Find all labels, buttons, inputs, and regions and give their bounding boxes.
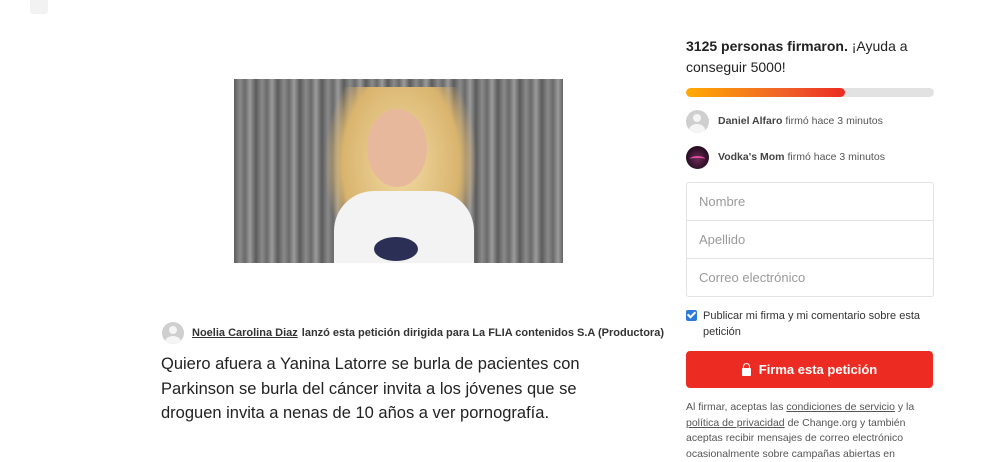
petition-body-text: Quiero afuera a Yanina Latorre se burla … <box>161 355 580 422</box>
name-field <box>687 183 933 221</box>
user-avatar-icon <box>686 109 709 133</box>
publish-option: Publicar mi firma y mi comentario sobre … <box>686 308 934 340</box>
lastname-field <box>687 221 933 259</box>
photo-shirt-print <box>374 237 418 261</box>
photo-face <box>367 109 427 187</box>
petition-creator: Noelia Carolina Diaz lanzó esta petición… <box>162 322 664 344</box>
signature-count: 3125 personas firmaron. <box>686 38 848 54</box>
sign-button-label: Firma esta petición <box>758 362 878 377</box>
disclaimer-text: y la <box>894 401 915 413</box>
email-field <box>687 259 933 296</box>
top-bar-fragment <box>30 0 48 14</box>
signer-time: firmó hace 3 minutos <box>787 151 885 163</box>
publish-checkbox[interactable] <box>686 310 697 321</box>
disclaimer-text: Al firmar, aceptas las <box>686 401 787 413</box>
creator-avatar-icon <box>162 322 184 344</box>
signature-progress-fill <box>686 88 845 97</box>
email-input[interactable] <box>697 269 933 286</box>
signer-name: Daniel Alfaro <box>718 115 783 127</box>
signature-progress-bar <box>686 88 934 97</box>
creator-description: lanzó esta petición dirigida para La FLI… <box>301 327 664 339</box>
petition-hero-image <box>234 79 563 263</box>
publish-checkbox-label: Publicar mi firma y mi comentario sobre … <box>703 310 921 338</box>
lastname-input[interactable] <box>697 231 933 248</box>
creator-name-link[interactable]: Noelia Carolina Diaz <box>192 327 298 339</box>
signature-count-heading: 3125 personas firmaron. ¡Ayuda a consegu… <box>686 36 934 78</box>
name-input[interactable] <box>697 193 933 210</box>
sign-petition-button[interactable]: Firma esta petición <box>686 351 933 388</box>
signer-name: Vodka's Mom <box>718 151 785 163</box>
recent-signer: Vodka's Mom firmó hace 3 minutos <box>686 145 934 169</box>
recent-signer: Daniel Alfaro firmó hace 3 minutos <box>686 109 934 133</box>
user-photo-avatar <box>686 145 709 169</box>
privacy-policy-link[interactable]: política de privacidad <box>686 417 785 429</box>
signature-form <box>686 182 934 297</box>
lock-icon <box>741 362 751 376</box>
signer-time: firmó hace 3 minutos <box>785 115 883 127</box>
legal-disclaimer: Al firmar, aceptas las condiciones de se… <box>686 400 934 462</box>
terms-of-service-link[interactable]: condiciones de servicio <box>786 401 895 413</box>
signature-sidebar: 3125 personas firmaron. ¡Ayuda a consegu… <box>686 36 934 169</box>
